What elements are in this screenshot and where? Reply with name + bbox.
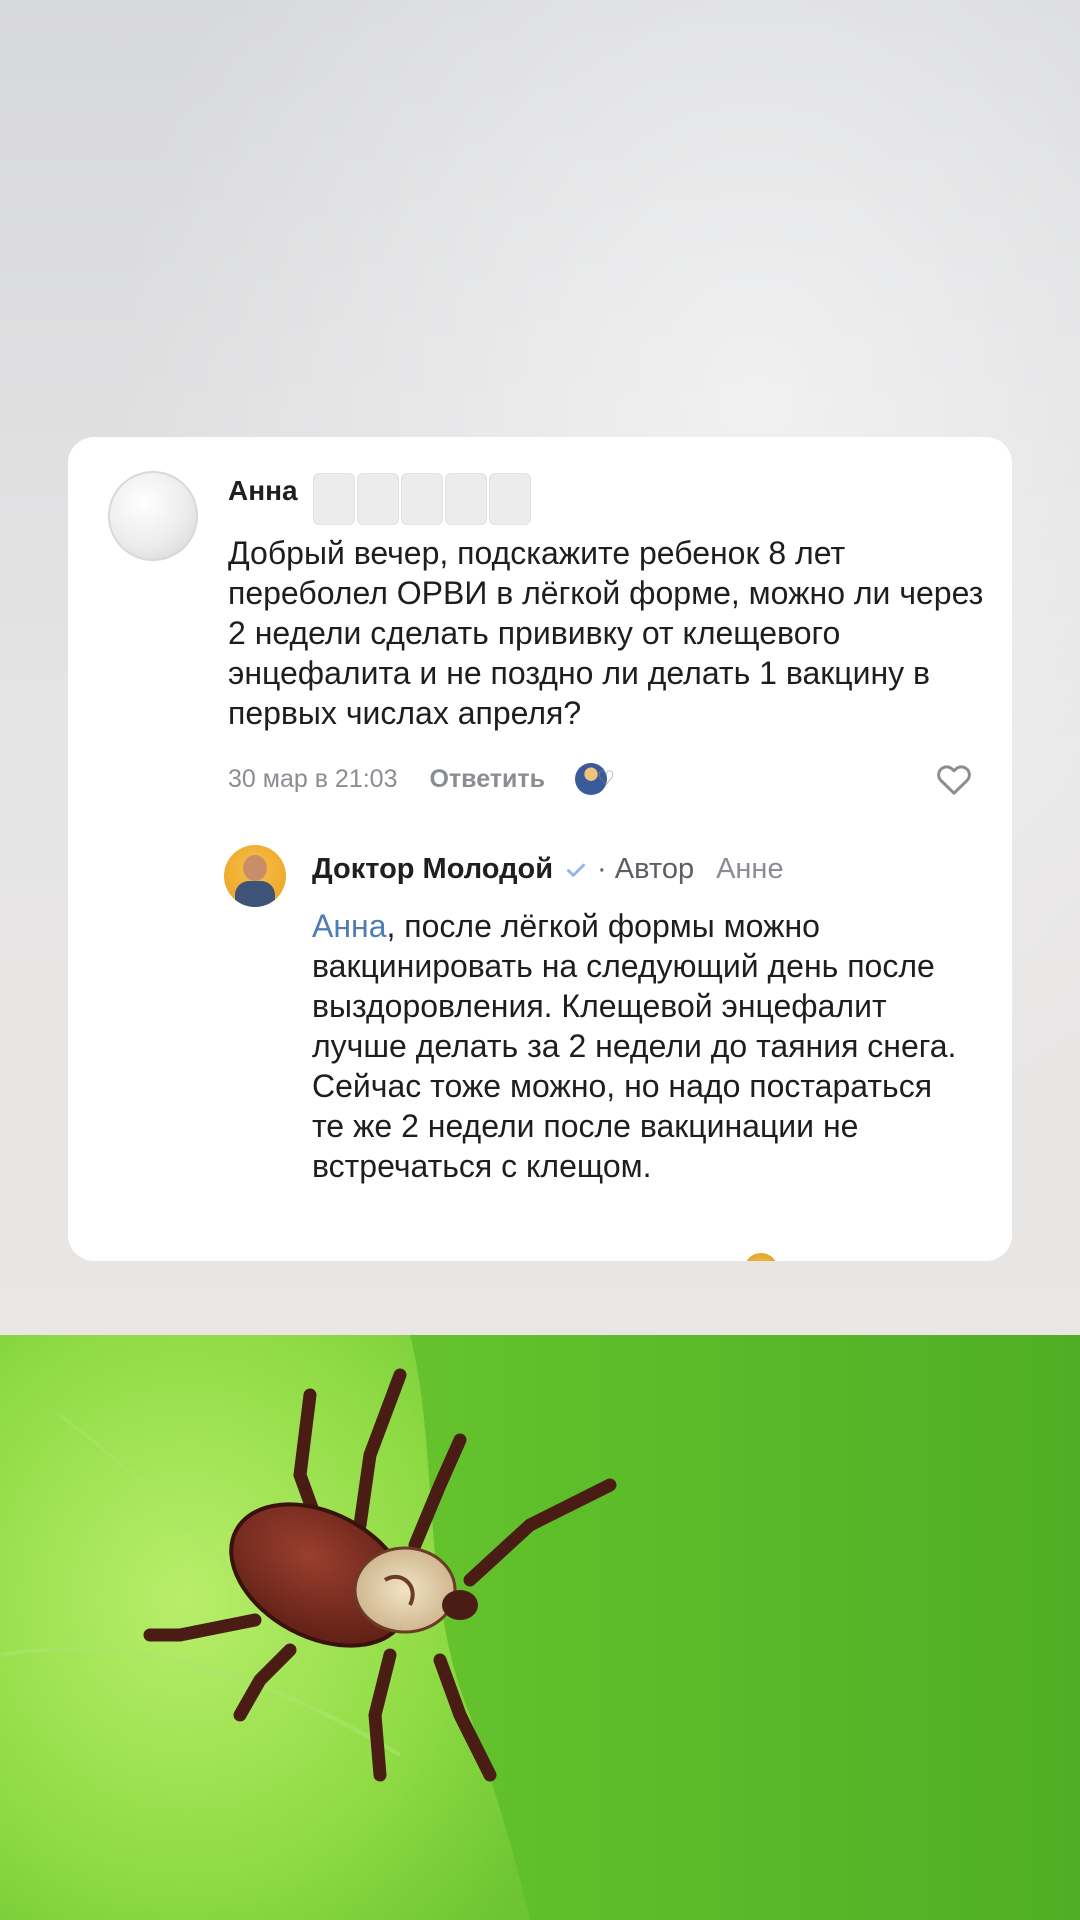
reply-author-name[interactable]: Доктор Молодой [312, 853, 553, 886]
comment-text: Добрый вечер, подскажите ребенок 8 лет п… [228, 535, 984, 731]
doctor-avatar[interactable] [224, 845, 286, 907]
mention-link[interactable]: Анна [312, 908, 386, 944]
tick-on-leaf-photo [0, 1335, 1080, 1920]
author-badge: · Автор [597, 853, 695, 885]
reply-button[interactable]: Ответить [429, 765, 545, 794]
reply-body: , после лёгкой формы можно вакцинировать… [312, 908, 957, 1184]
heart-outline-icon[interactable] [934, 759, 974, 799]
cut-off-avatar [744, 1253, 778, 1261]
author-liked-heart-icon: ♡ [575, 761, 619, 797]
reply-header: Доктор Молодой · Автор Анне [312, 853, 784, 886]
comment-card: Анна Добрый вечер, подскажите ребенок 8 … [68, 437, 1012, 1261]
comment-meta: 30 мар в 21:03 Ответить ♡ [228, 759, 619, 799]
verified-check-icon [567, 863, 586, 877]
censored-surname [313, 473, 531, 525]
user-avatar[interactable] [108, 471, 198, 561]
reply-recipient[interactable]: Анне [716, 853, 784, 886]
comment-author-name[interactable]: Анна [228, 475, 298, 507]
comment-timestamp: 30 мар в 21:03 [228, 764, 398, 793]
reply-text: Анна, после лёгкой формы можно вакциниро… [312, 906, 972, 1186]
